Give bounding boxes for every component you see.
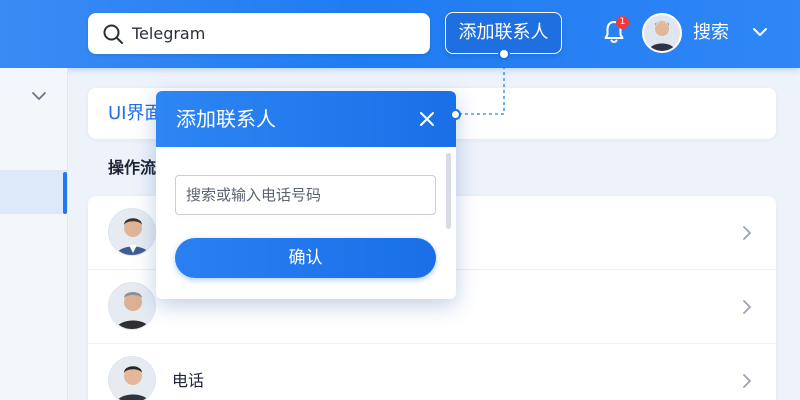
- confirm-button[interactable]: 确认: [175, 238, 436, 278]
- phone-search-input[interactable]: 搜索或输入电话号码: [175, 175, 436, 215]
- sidebar-chevron-down-icon[interactable]: [31, 90, 47, 102]
- sidebar-active-indicator: [63, 172, 67, 214]
- list-item[interactable]: 电话: [88, 344, 776, 400]
- connector-dot: [450, 109, 461, 120]
- search-bar[interactable]: Telegram: [88, 13, 430, 54]
- search-input-value[interactable]: Telegram: [132, 13, 205, 54]
- dialog-title: 添加联系人: [176, 107, 276, 131]
- chevron-right-icon: [743, 374, 751, 388]
- sidebar: [0, 68, 68, 400]
- avatar-portrait-icon: [644, 15, 680, 51]
- add-contact-dialog: 添加联系人 搜索或输入电话号码 确认: [156, 91, 456, 299]
- top-bar: Telegram 添加联系人 1 搜索: [0, 0, 800, 68]
- avatar-portrait-icon: [109, 283, 155, 329]
- contact-avatar: [108, 356, 156, 400]
- avatar-portrait-icon: [109, 209, 155, 255]
- page-title: UI界面: [108, 103, 163, 124]
- chevron-right-icon: [743, 226, 751, 240]
- contact-avatar: [108, 282, 156, 330]
- sidebar-item-active[interactable]: [0, 170, 68, 214]
- chevron-down-icon[interactable]: [752, 26, 768, 38]
- chevron-right-icon: [743, 300, 751, 314]
- notification-badge: 1: [616, 16, 629, 29]
- avatar-portrait-icon: [109, 357, 155, 400]
- user-avatar[interactable]: [642, 13, 682, 53]
- search-icon: [103, 24, 123, 44]
- dialog-scrollbar[interactable]: [446, 153, 451, 229]
- add-contact-button[interactable]: 添加联系人: [445, 12, 562, 54]
- close-icon[interactable]: [418, 110, 436, 128]
- header-search-label[interactable]: 搜索: [693, 20, 729, 46]
- dialog-header: 添加联系人: [156, 91, 456, 147]
- section-heading: 操作流: [108, 158, 157, 177]
- contact-avatar: [108, 208, 156, 256]
- contact-name: 电话: [172, 371, 205, 390]
